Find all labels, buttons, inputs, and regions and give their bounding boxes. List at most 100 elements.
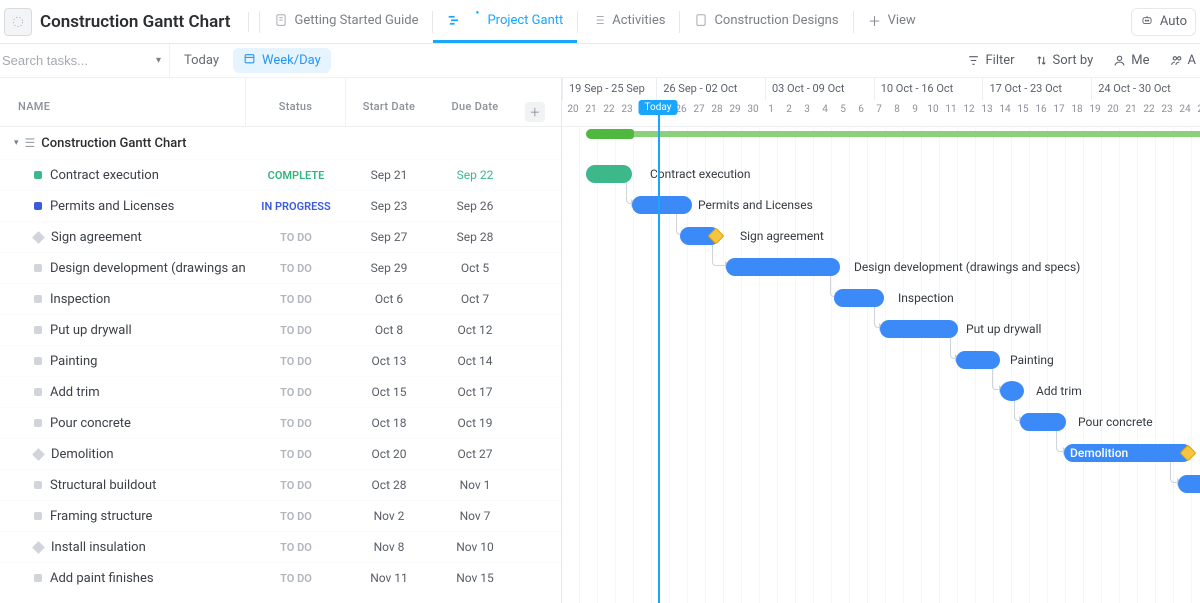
task-row[interactable]: Framing structureTO DONov 2Nov 7 (0, 500, 561, 531)
col-start[interactable]: Start Date (346, 78, 432, 126)
task-name-cell[interactable]: Contract execution (0, 168, 246, 183)
due-date[interactable]: Nov 15 (432, 571, 518, 585)
collapse-icon[interactable]: ▾ (14, 138, 19, 148)
col-name[interactable]: NAME (0, 78, 246, 126)
due-date[interactable]: Sep 28 (432, 230, 518, 244)
gantt-bar[interactable] (726, 258, 840, 276)
tab-project-gantt[interactable]: ● Project Gantt (433, 0, 577, 43)
task-name-cell[interactable]: Install insulation (0, 540, 246, 555)
due-date[interactable]: Oct 27 (432, 447, 518, 461)
task-name-cell[interactable]: Put up drywall (0, 323, 246, 338)
task-status[interactable]: COMPLETE (246, 169, 346, 182)
due-date[interactable]: Oct 14 (432, 354, 518, 368)
granularity-toggle[interactable]: Week/Day (233, 48, 331, 73)
task-row[interactable]: InspectionTO DOOct 6Oct 7 (0, 283, 561, 314)
start-date[interactable]: Nov 8 (346, 540, 432, 554)
task-status[interactable]: TO DO (246, 355, 346, 368)
start-date[interactable]: Oct 8 (346, 323, 432, 337)
start-date[interactable]: Oct 13 (346, 354, 432, 368)
task-status[interactable]: TO DO (246, 448, 346, 461)
due-date[interactable]: Oct 19 (432, 416, 518, 430)
task-row[interactable]: Pour concreteTO DOOct 18Oct 19 (0, 407, 561, 438)
due-date[interactable]: Oct 17 (432, 385, 518, 399)
start-date[interactable]: Sep 29 (346, 261, 432, 275)
task-status[interactable]: TO DO (246, 324, 346, 337)
task-row[interactable]: Add trimTO DOOct 15Oct 17 (0, 376, 561, 407)
task-name-cell[interactable]: Structural buildout (0, 478, 246, 493)
task-row[interactable]: DemolitionTO DOOct 20Oct 27 (0, 438, 561, 469)
due-date[interactable]: Oct 12 (432, 323, 518, 337)
task-name-cell[interactable]: Inspection (0, 292, 246, 307)
task-row[interactable]: Contract executionCOMPLETESep 21Sep 22 (0, 159, 561, 190)
due-date[interactable]: Nov 10 (432, 540, 518, 554)
task-status[interactable]: TO DO (246, 293, 346, 306)
gantt-bar[interactable] (1000, 381, 1024, 401)
task-row[interactable]: Install insulationTO DONov 8Nov 10 (0, 531, 561, 562)
gantt-body[interactable]: Today Contract executionPermits and Lice… (562, 127, 1200, 603)
task-name-cell[interactable]: Add trim (0, 385, 246, 400)
start-date[interactable]: Sep 23 (346, 199, 432, 213)
task-status[interactable]: TO DO (246, 231, 346, 244)
start-date[interactable]: Sep 27 (346, 230, 432, 244)
task-name-cell[interactable]: Add paint finishes (0, 571, 246, 586)
task-name-cell[interactable]: Painting (0, 354, 246, 369)
workspace-icon[interactable] (4, 8, 32, 36)
automation-button[interactable]: Auto (1131, 8, 1196, 36)
filter-button[interactable]: Filter (967, 53, 1014, 68)
chevron-down-icon[interactable]: ▾ (156, 55, 161, 66)
task-row[interactable]: PaintingTO DOOct 13Oct 14 (0, 345, 561, 376)
task-status[interactable]: TO DO (246, 262, 346, 275)
summary-bar[interactable] (586, 131, 1200, 137)
tab-add-view[interactable]: ＋ View (854, 0, 930, 43)
task-status[interactable]: TO DO (246, 541, 346, 554)
task-name-cell[interactable]: Framing structure (0, 509, 246, 524)
gantt-bar[interactable] (632, 196, 692, 214)
due-date[interactable]: Sep 26 (432, 199, 518, 213)
gantt-bar[interactable] (956, 351, 1000, 369)
start-date[interactable]: Nov 2 (346, 509, 432, 523)
task-status[interactable]: TO DO (246, 572, 346, 585)
gantt-bar[interactable] (880, 320, 958, 338)
due-date[interactable]: Oct 7 (432, 292, 518, 306)
search-input[interactable] (0, 53, 156, 68)
plus-icon[interactable]: ＋ (525, 102, 545, 122)
gantt-bar[interactable] (1020, 413, 1066, 431)
start-date[interactable]: Nov 11 (346, 571, 432, 585)
start-date[interactable]: Oct 28 (346, 478, 432, 492)
assignees-filter[interactable]: A (1170, 53, 1196, 68)
task-row[interactable]: Permits and LicensesIN PROGRESSSep 23Sep… (0, 190, 561, 221)
start-date[interactable]: Sep 21 (346, 168, 432, 182)
task-status[interactable]: TO DO (246, 479, 346, 492)
task-name-cell[interactable]: Sign agreement (0, 230, 246, 245)
gantt-bar[interactable] (834, 289, 884, 307)
due-date[interactable]: Sep 22 (432, 168, 518, 182)
task-row[interactable]: Structural buildoutTO DOOct 28Nov 1 (0, 469, 561, 500)
task-name-cell[interactable]: Permits and Licenses (0, 199, 246, 214)
sort-button[interactable]: Sort by (1035, 53, 1094, 68)
tab-construction-designs[interactable]: Construction Designs (680, 0, 852, 43)
due-date[interactable]: Oct 5 (432, 261, 518, 275)
today-button[interactable]: Today (170, 53, 233, 68)
start-date[interactable]: Oct 20 (346, 447, 432, 461)
task-name-cell[interactable]: Design development (drawings an... (0, 261, 246, 276)
gantt-bar[interactable] (680, 227, 720, 245)
task-name-cell[interactable]: Demolition (0, 447, 246, 462)
task-row[interactable]: Put up drywallTO DOOct 8Oct 12 (0, 314, 561, 345)
task-status[interactable]: IN PROGRESS (246, 200, 346, 213)
gantt-bar[interactable] (586, 165, 632, 183)
group-row[interactable]: ▾ ☰ Construction Gantt Chart (0, 127, 561, 159)
task-status[interactable]: TO DO (246, 386, 346, 399)
due-date[interactable]: Nov 1 (432, 478, 518, 492)
task-status[interactable]: TO DO (246, 510, 346, 523)
start-date[interactable]: Oct 6 (346, 292, 432, 306)
task-row[interactable]: Sign agreementTO DOSep 27Sep 28 (0, 221, 561, 252)
tab-getting-started[interactable]: Getting Started Guide (260, 0, 432, 43)
task-status[interactable]: TO DO (246, 417, 346, 430)
me-filter[interactable]: Me (1113, 53, 1149, 68)
col-due[interactable]: Due Date (432, 78, 518, 126)
start-date[interactable]: Oct 18 (346, 416, 432, 430)
gantt-area[interactable]: 19 Sep - 25 Sep26 Sep - 02 Oct03 Oct - 0… (562, 78, 1200, 603)
task-name-cell[interactable]: Pour concrete (0, 416, 246, 431)
task-row[interactable]: Design development (drawings an...TO DOS… (0, 252, 561, 283)
col-status[interactable]: Status (246, 78, 346, 126)
